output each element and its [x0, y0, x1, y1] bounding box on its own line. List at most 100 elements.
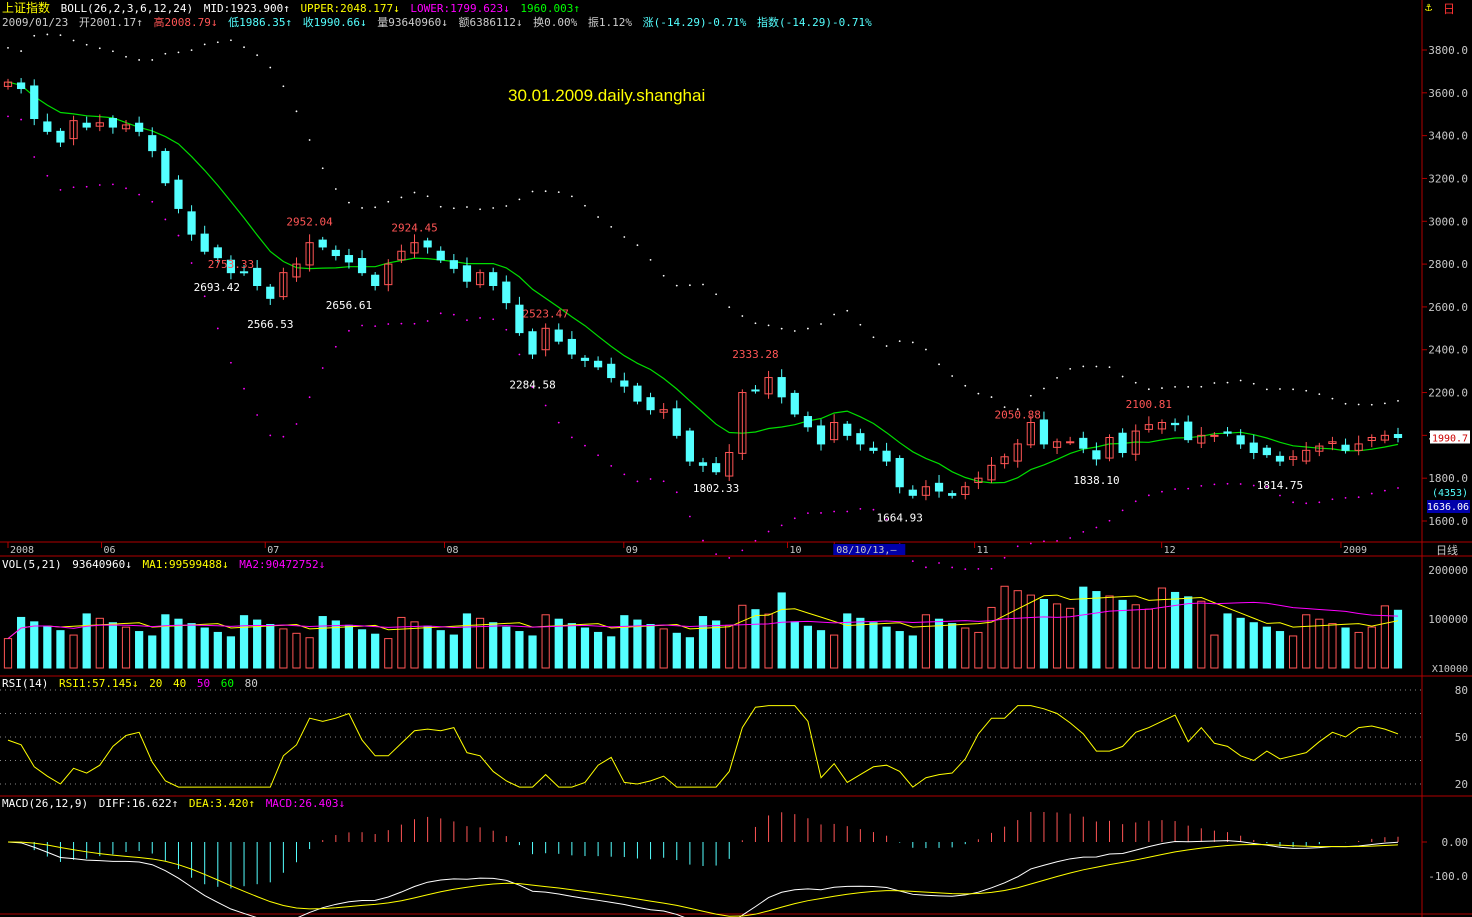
boll-upper-point	[216, 41, 219, 44]
boll-lower-point	[990, 567, 993, 570]
price-annotation-3: 2693.42	[194, 281, 240, 294]
boll-lower-point	[125, 187, 127, 190]
candle-body	[646, 397, 655, 411]
candle-body	[423, 240, 432, 248]
boll-upper-point	[1200, 385, 1203, 388]
candle-body	[318, 239, 327, 248]
quote-close: 收1990.66↓	[302, 16, 367, 29]
price-annotation-0: 2952.04	[286, 216, 333, 229]
boll-lower-point	[1161, 490, 1163, 493]
volume-bar	[515, 631, 524, 669]
volume-bar	[725, 624, 734, 669]
boll-lower-point	[807, 512, 809, 515]
volume-bar	[108, 622, 118, 669]
index-name[interactable]: 上证指数	[2, 1, 50, 15]
boll-lower-point	[1239, 483, 1242, 485]
boll-lower-point	[1226, 482, 1229, 485]
boll-upper-point	[1056, 376, 1058, 379]
boll-upper-point	[190, 49, 193, 52]
boll-lower-point	[439, 312, 442, 315]
time-label: 12	[1164, 545, 1176, 556]
boll-upper-point	[203, 43, 206, 46]
boll-upper-point	[1226, 381, 1229, 384]
candle-body	[371, 274, 380, 286]
boll-lower-point	[767, 530, 770, 533]
boll-lower-point	[112, 183, 114, 186]
price-tick-label: 2600.0	[1428, 301, 1468, 314]
boll-lower-point	[426, 320, 429, 322]
vol-value: 93640960↓	[72, 558, 132, 571]
rsi-level-80: 80	[244, 677, 258, 690]
time-label: 07	[267, 545, 279, 556]
boll-upper-point	[177, 51, 180, 54]
price-tick-label: 1600.0	[1428, 515, 1468, 528]
boll-upper-point	[977, 392, 980, 395]
macd-tick-label: 0.00	[1442, 836, 1469, 849]
candle-body	[1210, 434, 1219, 437]
macd-series	[7, 811, 1399, 917]
volume-bar	[475, 617, 485, 669]
boll-upper-point	[715, 293, 718, 296]
boll-upper-point	[675, 284, 678, 287]
candle-body	[607, 363, 616, 379]
vol-tick-label: 100000	[1428, 613, 1468, 626]
volume-bar	[541, 614, 550, 669]
rsi-tick-label: 20	[1455, 778, 1468, 791]
volume-bar	[1249, 622, 1258, 669]
volume-bar	[567, 623, 576, 669]
candle-body	[1066, 441, 1075, 444]
candle-body	[908, 489, 917, 496]
volume-bar	[1354, 631, 1363, 669]
price-annotation-9: 1802.33	[693, 482, 739, 495]
boll-lower-point	[1383, 489, 1386, 492]
volume-bar	[1223, 613, 1232, 669]
volume-bar	[646, 623, 655, 669]
rsi-tick-label: 80	[1455, 684, 1468, 697]
volume-bar	[738, 604, 747, 669]
boll-lower-point	[1134, 500, 1137, 503]
candle-body	[161, 150, 170, 184]
candle-body	[187, 211, 196, 235]
candle-body	[331, 249, 340, 257]
candle-body	[1275, 455, 1285, 462]
boll-lower-point	[846, 510, 849, 513]
boll-upper-point	[466, 206, 468, 208]
boll-lower-point	[308, 396, 311, 399]
candle-body	[698, 462, 708, 466]
boll-upper-point	[295, 110, 298, 113]
macd-dea: DEA:3.420↑	[188, 797, 256, 810]
rsi-label: RSI(14)	[2, 677, 49, 690]
window-toggle-icon[interactable]: 日	[1443, 0, 1455, 17]
quote-date: 2009/01/23	[2, 16, 69, 29]
boll-extra: 1960.003↑	[520, 2, 580, 15]
boll-upper: UPPER:2048.177↓	[300, 2, 400, 15]
boll-upper-point	[492, 207, 495, 209]
volume-bar	[908, 635, 917, 669]
boll-lower-point	[715, 553, 718, 556]
candle-body	[816, 425, 826, 445]
candle-body	[17, 82, 26, 90]
boll-lower-point	[518, 353, 521, 356]
volume-bar	[266, 623, 275, 669]
candle-body	[213, 247, 222, 259]
boll-upper-point	[1239, 379, 1242, 382]
boll-lower-point	[610, 465, 613, 467]
volume-bar	[620, 615, 629, 669]
boll-upper-point	[1174, 385, 1176, 388]
boll-lower-point	[151, 200, 154, 203]
quote-index-change: 指数(-14.29)-0.71%	[756, 16, 872, 29]
candle-body	[895, 457, 904, 488]
boll-lower-point	[387, 323, 390, 325]
boll-upper-point	[938, 363, 940, 366]
quote-high: 高2008.79↓	[153, 16, 218, 29]
volume-bar	[751, 609, 760, 669]
volume-bar	[895, 631, 904, 669]
volume-bar	[17, 616, 26, 669]
boll-lower-point	[190, 262, 193, 264]
boll-upper-point	[807, 327, 809, 330]
boll-lower-point	[977, 568, 980, 570]
volume-bar	[344, 624, 354, 669]
chart-title-annotation: 30.01.2009.daily.shanghai	[508, 86, 706, 105]
pin-icon[interactable]: ⚓	[1425, 0, 1432, 14]
volume-bar	[489, 622, 498, 669]
